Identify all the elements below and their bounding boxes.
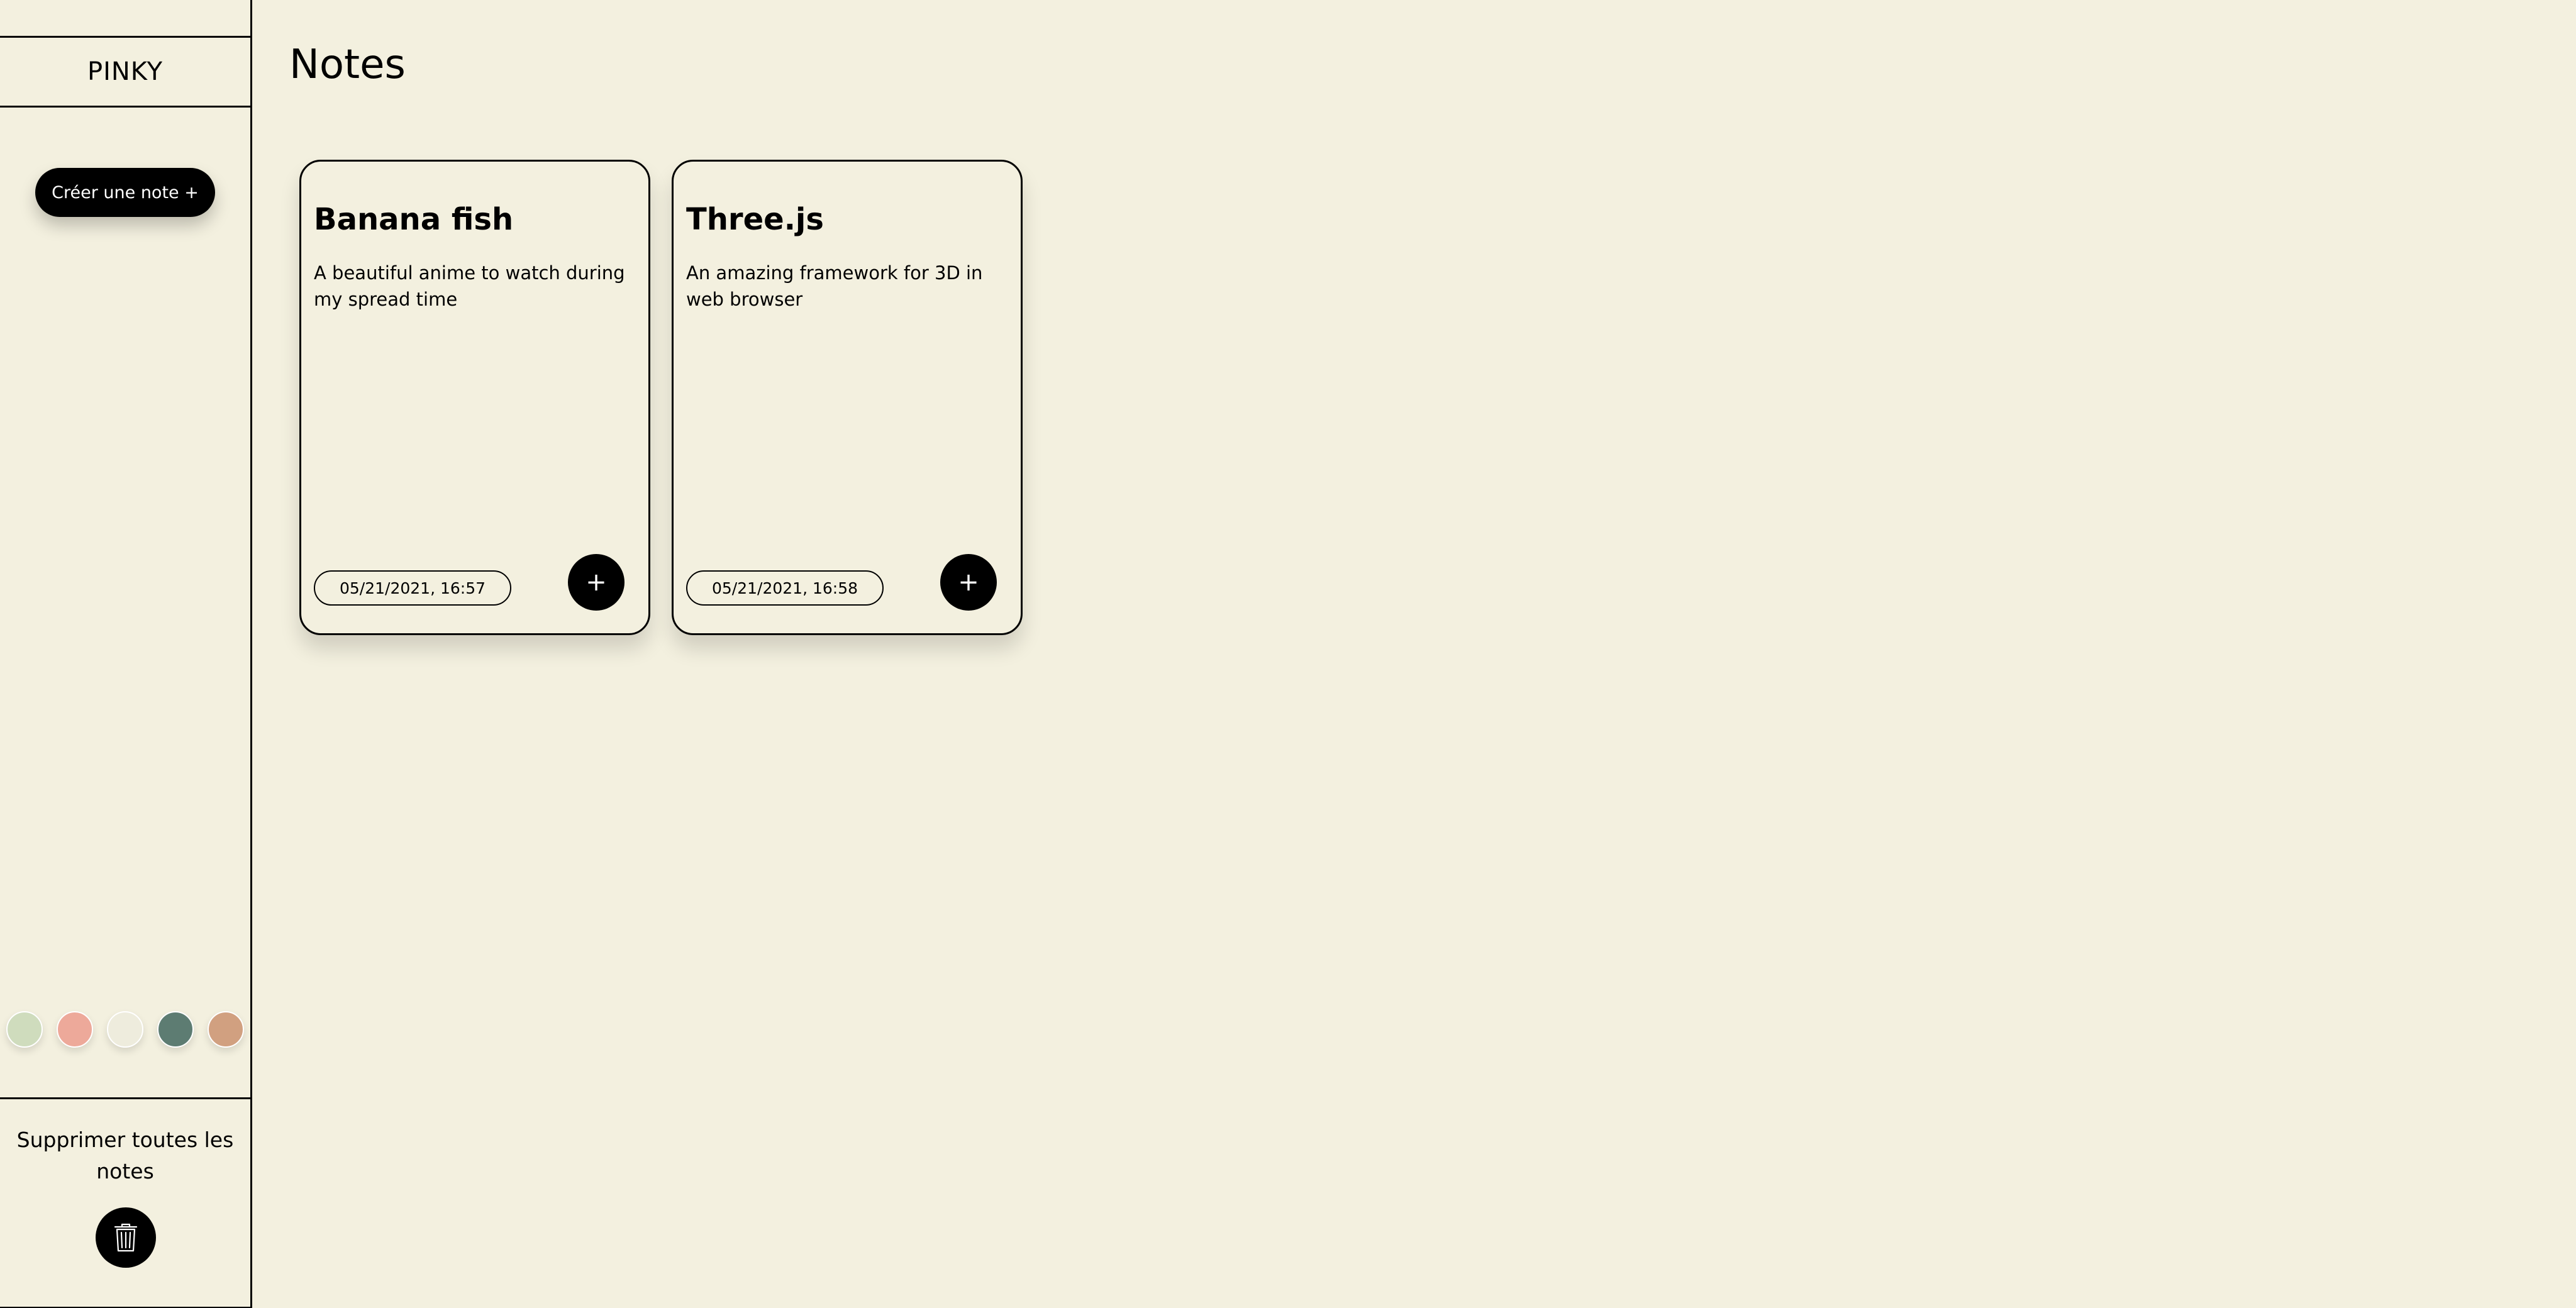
color-swatch-teal[interactable] bbox=[157, 1011, 194, 1048]
page-title: Notes bbox=[289, 42, 406, 88]
brand-logo[interactable]: PINKY bbox=[87, 57, 163, 86]
app: PINKY Créer une note + Supprimer toutes … bbox=[0, 0, 2576, 1308]
delete-all-section: Supprimer toutes les notes bbox=[0, 1097, 250, 1308]
note-add-button[interactable]: + bbox=[940, 554, 997, 611]
brand-area: PINKY bbox=[0, 36, 250, 108]
color-swatch-tan[interactable] bbox=[208, 1011, 244, 1048]
note-date-badge: 05/21/2021, 16:58 bbox=[686, 570, 884, 606]
color-swatch-cream[interactable] bbox=[107, 1011, 143, 1048]
note-date-badge: 05/21/2021, 16:57 bbox=[314, 570, 511, 606]
color-swatch-sage[interactable] bbox=[6, 1011, 43, 1048]
delete-all-label: Supprimer toutes les notes bbox=[16, 1128, 234, 1183]
note-card[interactable]: Three.js An amazing framework for 3D in … bbox=[672, 160, 1023, 635]
note-description: An amazing framework for 3D in web brows… bbox=[686, 262, 983, 310]
color-swatch-picker bbox=[6, 1011, 245, 1048]
sidebar: PINKY Créer une note + Supprimer toutes … bbox=[0, 0, 252, 1308]
trash-icon bbox=[114, 1223, 138, 1252]
note-card[interactable]: Banana fish A beautiful anime to watch d… bbox=[299, 160, 650, 635]
note-add-button[interactable]: + bbox=[568, 554, 625, 611]
delete-all-button[interactable] bbox=[96, 1207, 156, 1268]
color-swatch-pink[interactable] bbox=[57, 1011, 93, 1048]
note-description: A beautiful anime to watch during my spr… bbox=[314, 262, 625, 310]
note-title: Three.js bbox=[686, 202, 824, 237]
note-title: Banana fish bbox=[314, 202, 514, 237]
create-note-button[interactable]: Créer une note + bbox=[35, 168, 215, 217]
